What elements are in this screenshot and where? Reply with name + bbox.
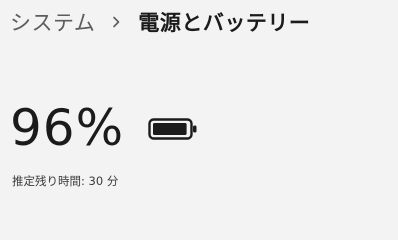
- battery-status: 96%: [10, 96, 198, 160]
- page-title: 電源とバッテリー: [138, 11, 311, 35]
- battery-percent: 96%: [10, 99, 125, 157]
- estimated-remaining-time: 推定残り時間: 30 分: [12, 173, 118, 189]
- chevron-right-icon: [110, 16, 122, 28]
- breadcrumb-system-link[interactable]: システム: [10, 7, 95, 37]
- battery-full-icon: [148, 117, 198, 141]
- breadcrumb: システム 電源とバッテリー: [10, 6, 310, 38]
- power-battery-page: システム 電源とバッテリー 96% 推定残り時間: 30 分: [0, 0, 398, 204]
- remaining-label: 推定残り時間:: [12, 174, 85, 188]
- remaining-value: 30 分: [88, 174, 119, 188]
